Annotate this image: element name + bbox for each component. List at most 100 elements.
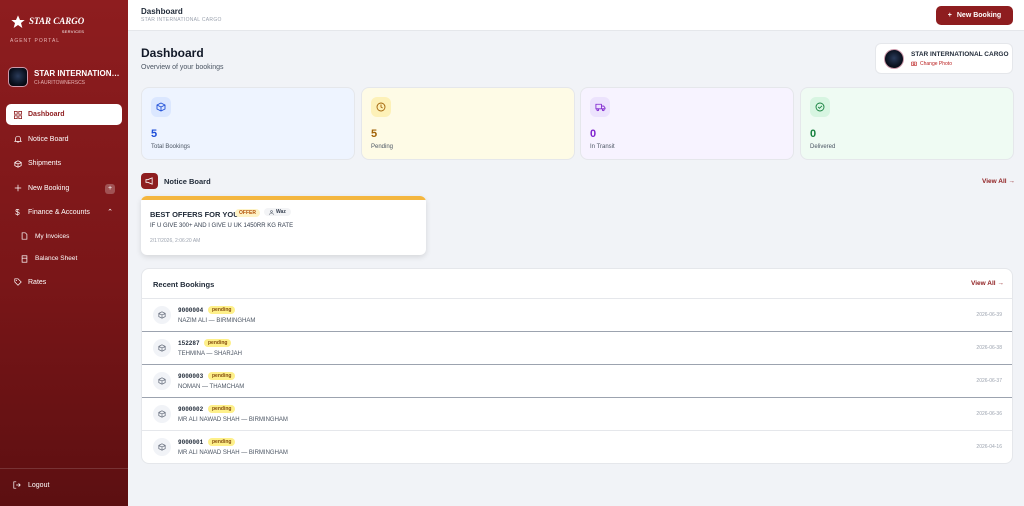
change-photo-label: Change Photo <box>920 60 952 67</box>
booking-date: 2026-06-39 <box>976 312 1002 318</box>
sidebar-item-label: Rates <box>28 278 47 286</box>
sidebar-item-label: Finance & Accounts <box>28 209 90 216</box>
table-row[interactable]: 9000004 pending NAZIM ALI — BIRMINGHAM 2… <box>142 298 1012 331</box>
notice-board-header: Notice Board <box>141 173 211 189</box>
sidebar-item-label: New Booking <box>28 184 70 192</box>
notice-title: BEST OFFERS FOR YOU <box>150 210 239 219</box>
company-name: STAR INTERNATIONAL CARGO <box>911 50 1009 58</box>
notice-board-title: Notice Board <box>164 176 211 186</box>
sidebar-item-new-booking[interactable]: New Booking + <box>6 178 122 199</box>
new-booking-label: New Booking <box>956 12 1002 19</box>
booking-route: TEHMINA — SHARJAH <box>178 351 243 357</box>
logout-label: Logout <box>28 481 50 489</box>
topbar-subtitle: STAR INTERNATIONAL CARGO <box>141 17 222 23</box>
dollar-icon: $ <box>15 208 20 217</box>
logo-text: STAR CARGO <box>29 15 85 26</box>
box-icon <box>151 97 171 117</box>
stat-value: 5 <box>371 128 378 140</box>
truck-icon <box>590 97 610 117</box>
table-row[interactable]: 9000002 pending MR ALI NAWAD SHAH — BIRM… <box>142 397 1012 430</box>
notice-body: IF U GIVE 300+ AND I GIVE U UK 1450RR KG… <box>150 223 294 229</box>
sidebar-profile[interactable]: STAR INTERNATIONAL CARGO CI-AURITOWNERSC… <box>8 64 124 90</box>
table-row[interactable]: 152287 pending TEHMINA — SHARJAH 2026-06… <box>142 331 1012 364</box>
box-icon <box>153 405 171 423</box>
camera-icon <box>911 61 917 66</box>
booking-date: 2026-06-37 <box>976 378 1002 384</box>
sidebar: STAR CARGO SERVICES AGENT PORTAL STAR IN… <box>0 0 128 506</box>
booking-route: NOMAN — THAMCHAM <box>178 384 245 390</box>
sidebar-item-label: Balance Sheet <box>35 255 78 262</box>
status-badge: pending <box>208 405 236 413</box>
avatar <box>8 67 28 87</box>
new-booking-button[interactable]: + New Booking <box>936 6 1013 25</box>
table-row[interactable]: 9000001 pending MR ALI NAWAD SHAH — BIRM… <box>142 430 1012 463</box>
user-icon <box>269 209 274 215</box>
doc-icon <box>20 232 29 241</box>
booking-route: NAZIM ALI — BIRMINGHAM <box>178 318 256 324</box>
stat-value: 0 <box>590 128 597 140</box>
logout-button[interactable]: Logout <box>13 481 49 489</box>
stat-label: Pending <box>371 144 394 150</box>
booking-id: 152287 <box>178 340 200 347</box>
megaphone-icon <box>141 173 158 189</box>
box-icon <box>153 339 171 357</box>
stat-in-transit[interactable]: 0 In Transit <box>580 87 794 160</box>
stat-total-bookings[interactable]: 5 Total Bookings <box>141 87 355 160</box>
bell-icon <box>13 135 22 144</box>
star-logo-icon <box>11 15 25 28</box>
topbar: Dashboard STAR INTERNATIONAL CARGO + New… <box>128 0 1024 31</box>
plus-icon <box>13 184 22 193</box>
logo-subtext: SERVICES <box>61 28 85 34</box>
sidebar-item-notice-board[interactable]: Notice Board <box>6 129 122 150</box>
new-booking-badge[interactable]: + <box>105 183 115 194</box>
stat-label: Total Bookings <box>151 144 191 150</box>
profile-subtitle: CI-AURITOWNERSCS <box>34 79 86 86</box>
sidebar-item-dashboard[interactable]: Dashboard <box>6 104 122 125</box>
status-badge: pending <box>208 438 236 446</box>
booking-date: 2026-06-36 <box>976 411 1002 417</box>
company-avatar[interactable] <box>884 48 904 69</box>
topbar-title: Dashboard <box>141 7 183 16</box>
booking-route: MR ALI NAWAD SHAH — BIRMINGHAM <box>178 417 288 423</box>
stat-pending[interactable]: 5 Pending <box>361 87 575 160</box>
recent-view-all-link[interactable]: View All → <box>971 280 1004 287</box>
booking-date: 2026-06-38 <box>976 345 1002 351</box>
status-badge: pending <box>204 339 232 347</box>
status-badge: pending <box>208 372 236 380</box>
box-icon <box>153 372 171 390</box>
table-row[interactable]: 9000003 pending NOMAN — THAMCHAM 2026-06… <box>142 364 1012 397</box>
chevron-up-icon: ⌃ <box>107 209 113 216</box>
box-icon <box>153 306 171 324</box>
booking-id: 9000002 <box>178 406 204 413</box>
sidebar-item-balance-sheet[interactable]: Balance Sheet <box>6 249 122 268</box>
stat-label: In Transit <box>590 144 615 150</box>
sidebar-item-rates[interactable]: Rates <box>6 272 122 293</box>
portal-label: AGENT PORTAL <box>10 38 61 44</box>
booking-id: 9000003 <box>178 373 204 380</box>
stat-delivered[interactable]: 0 Delivered <box>800 87 1014 160</box>
box-icon <box>13 159 22 168</box>
sidebar-item-shipments[interactable]: Shipments <box>6 153 122 174</box>
sidebar-item-label: Notice Board <box>28 135 69 143</box>
notice-card[interactable]: BEST OFFERS FOR YOU OFFER Waz IF U GIVE … <box>141 196 426 255</box>
box-icon <box>153 438 171 456</box>
sheet-icon <box>20 254 29 263</box>
booking-route: MR ALI NAWAD SHAH — BIRMINGHAM <box>178 450 288 456</box>
notice-view-all-link[interactable]: View All → <box>982 178 1015 185</box>
company-card: STAR INTERNATIONAL CARGO Change Photo <box>875 43 1013 74</box>
logo[interactable]: STAR CARGO SERVICES <box>10 10 90 34</box>
sidebar-item-label: Shipments <box>28 160 62 167</box>
change-photo-link[interactable]: Change Photo <box>911 61 1009 67</box>
notice-accent-bar <box>141 196 426 200</box>
sidebar-item-finance[interactable]: $ Finance & Accounts ⌃ <box>6 202 122 223</box>
page-subtitle: Overview of your bookings <box>141 64 224 71</box>
profile-name: STAR INTERNATIONAL CARGO <box>34 68 122 78</box>
tag-icon <box>13 278 22 287</box>
status-badge: pending <box>208 306 236 314</box>
check-circle-icon <box>810 97 830 117</box>
plus-icon: + <box>947 12 952 19</box>
booking-id: 9000001 <box>178 439 204 446</box>
sidebar-item-my-invoices[interactable]: My Invoices <box>6 227 122 246</box>
sidebar-item-label: My Invoices <box>35 232 70 240</box>
author-name: Waz <box>276 209 286 215</box>
